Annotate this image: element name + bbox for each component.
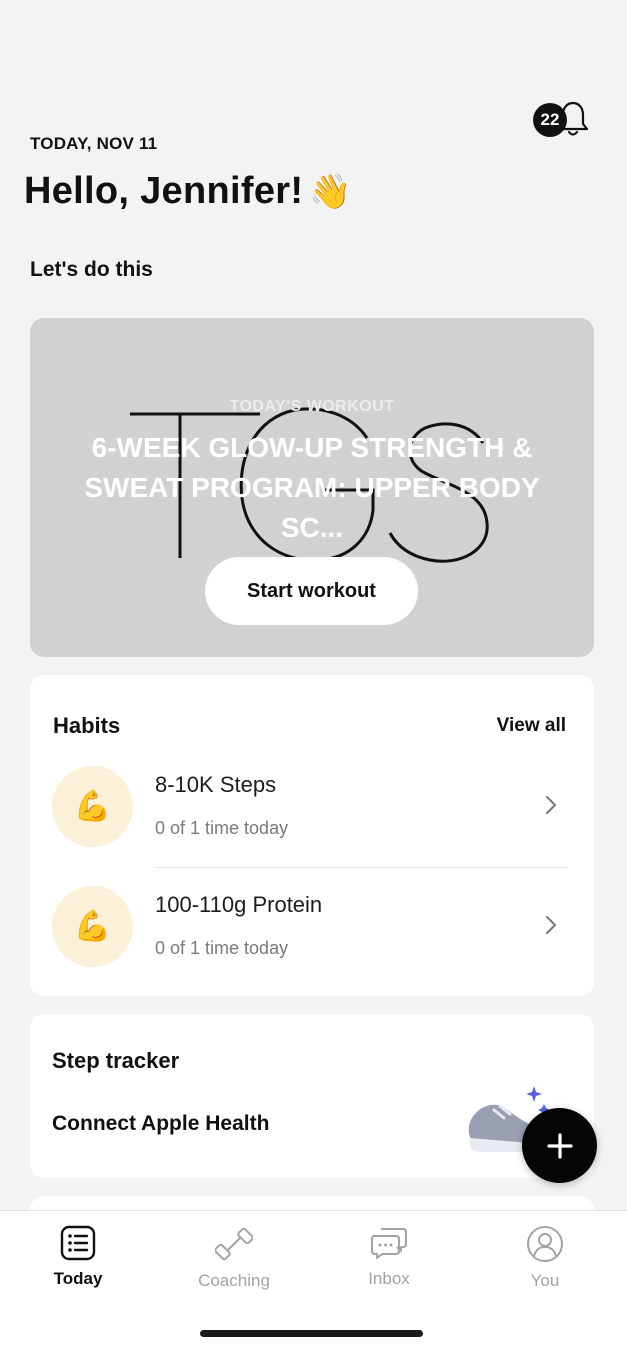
tab-you[interactable]: You xyxy=(485,1225,605,1291)
today-list-icon xyxy=(60,1225,96,1261)
tab-inbox[interactable]: Inbox xyxy=(329,1225,449,1289)
habits-title: Habits xyxy=(53,713,121,738)
date-label: TODAY, NOV 11 xyxy=(30,134,158,153)
greeting-text: Hello, Jennifer! xyxy=(24,170,304,212)
tab-label: Inbox xyxy=(368,1269,410,1288)
notification-count-badge: 22 xyxy=(533,103,567,137)
workout-title: 6-WEEK GLOW-UP STRENGTH & SWEAT PROGRAM:… xyxy=(84,432,540,543)
habit-divider xyxy=(155,867,568,868)
habits-card: Habits View all 💪 8-10K Steps 0 of 1 tim… xyxy=(30,675,594,996)
plus-icon xyxy=(546,1132,573,1159)
step-tracker-card: Step tracker Connect Apple Health xyxy=(30,1014,594,1178)
tab-today[interactable]: Today xyxy=(18,1225,138,1289)
flexed-biceps-icon: 💪 xyxy=(52,766,133,847)
chat-bubbles-icon xyxy=(371,1228,407,1259)
habit-row-steps[interactable]: 💪 8-10K Steps 0 of 1 time today xyxy=(30,766,594,870)
tab-label: You xyxy=(530,1271,560,1290)
connect-apple-health-link[interactable]: Connect Apple Health xyxy=(52,1112,269,1136)
notifications-button[interactable]: 22 xyxy=(533,100,593,140)
section-title: Let's do this xyxy=(30,258,153,281)
chevron-right-icon xyxy=(546,916,556,934)
home-indicator xyxy=(200,1330,423,1337)
habit-progress: 0 of 1 time today xyxy=(155,938,289,958)
flexed-biceps-icon: 💪 xyxy=(52,886,133,967)
waving-hand-icon: 👋 xyxy=(309,172,352,211)
tab-label: Coaching xyxy=(198,1271,270,1290)
profile-icon xyxy=(527,1226,563,1262)
habit-name: 100-110g Protein xyxy=(155,892,323,917)
add-button[interactable] xyxy=(522,1108,597,1183)
habit-row-protein[interactable]: 💪 100-110g Protein 0 of 1 time today xyxy=(30,886,594,990)
view-all-link[interactable]: View all xyxy=(497,715,566,737)
dumbbell-icon xyxy=(215,1227,253,1261)
workout-eyebrow: TODAY'S WORKOUT xyxy=(229,398,395,415)
chevron-right-icon xyxy=(546,796,556,814)
todays-workout-card[interactable]: TODAY'S WORKOUT 6-WEEK GLOW-UP STRENGTH … xyxy=(30,318,594,657)
habit-name: 8-10K Steps xyxy=(155,772,277,797)
habit-progress: 0 of 1 time today xyxy=(155,818,289,838)
start-workout-button[interactable]: Start workout xyxy=(205,557,418,625)
tab-label: Today xyxy=(53,1269,103,1288)
tab-coaching[interactable]: Coaching xyxy=(174,1225,294,1291)
greeting-heading: Hello, Jennifer! 👋 xyxy=(24,170,352,213)
step-tracker-title: Step tracker xyxy=(52,1048,180,1073)
